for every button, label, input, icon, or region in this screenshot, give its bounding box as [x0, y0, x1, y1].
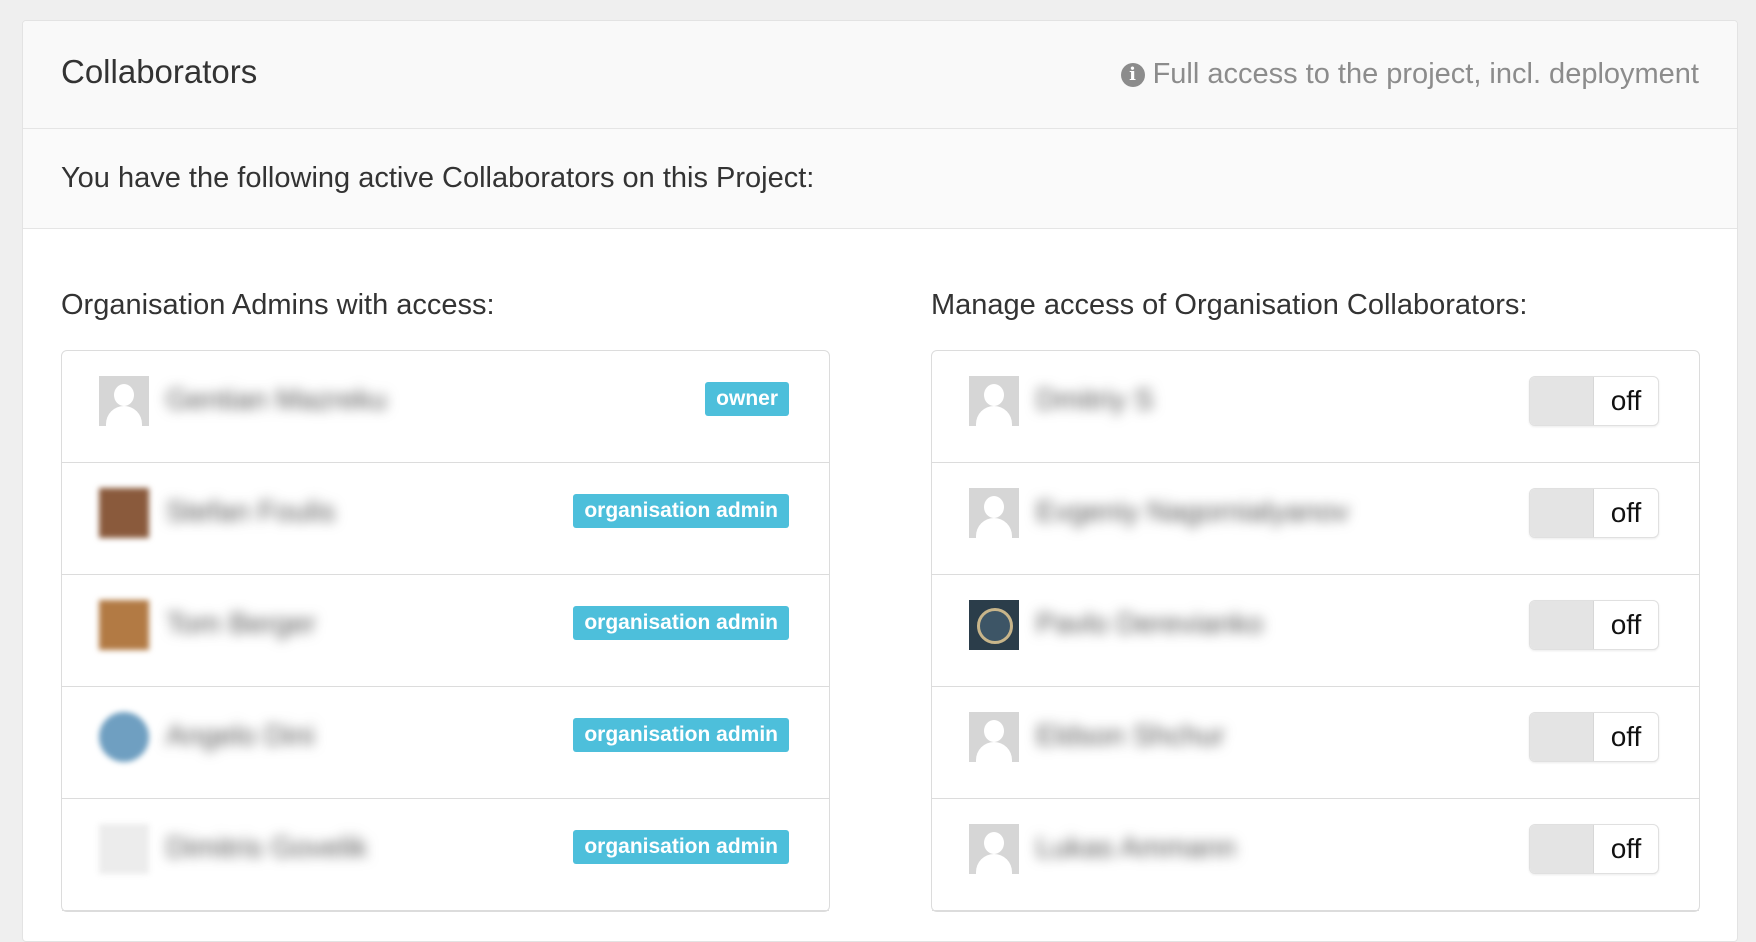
avatar [99, 600, 149, 650]
access-hint-text: Full access to the project, incl. deploy… [1152, 58, 1699, 90]
avatar [99, 712, 149, 762]
collaborator-row: Dmitriy S off [932, 351, 1699, 463]
collaborators-panel: Collaborators i Full access to the proje… [22, 20, 1738, 942]
collaborator-name: Eldson Shchur [1036, 720, 1225, 752]
collaborator-name: Dmitriy S [1036, 384, 1154, 416]
role-badge: organisation admin [573, 718, 789, 752]
toggle-knob [1530, 713, 1594, 761]
access-toggle[interactable]: off [1529, 824, 1659, 874]
collaborators-intro: You have the following active Collaborat… [23, 129, 1737, 229]
toggle-knob [1530, 601, 1594, 649]
admin-row: Stefan Foulis organisation admin [62, 463, 829, 575]
toggle-label: off [1610, 721, 1642, 752]
avatar [99, 488, 149, 538]
toggle-knob [1530, 489, 1594, 537]
admin-name: Angelo Dini [166, 720, 315, 752]
access-toggle[interactable]: off [1529, 488, 1659, 538]
admins-title: Organisation Admins with access: [61, 289, 495, 321]
access-hint: i Full access to the project, incl. depl… [1120, 58, 1699, 91]
collaborator-row: Eldson Shchur off [932, 687, 1699, 799]
access-toggle[interactable]: off [1529, 600, 1659, 650]
admins-list: Gentian Mazreku owner Stefan Foulis orga… [61, 350, 830, 912]
admin-row: Angelo Dini organisation admin [62, 687, 829, 799]
role-badge: organisation admin [573, 830, 789, 864]
access-toggle[interactable]: off [1529, 712, 1659, 762]
avatar [969, 600, 1019, 650]
collaborators-list: Dmitriy S off Evgeniy Nagornialyanov off [931, 350, 1700, 912]
collaborator-name: Evgeniy Nagornialyanov [1036, 496, 1349, 528]
avatar-placeholder [969, 488, 1019, 538]
admin-row: Dimitris Govelik organisation admin [62, 799, 829, 911]
role-badge: organisation admin [573, 606, 789, 640]
collaborator-name: Lukas Ammann [1036, 832, 1236, 864]
admin-name: Stefan Foulis [166, 496, 336, 528]
avatar-placeholder [969, 824, 1019, 874]
avatar-placeholder [969, 376, 1019, 426]
toggle-label: off [1610, 609, 1642, 640]
owner-badge: owner [705, 382, 789, 416]
role-badge: organisation admin [573, 494, 789, 528]
panel-header: Collaborators i Full access to the proje… [23, 21, 1737, 129]
admin-name: Tom Berger [166, 608, 316, 640]
admin-row: Gentian Mazreku owner [62, 351, 829, 463]
collaborator-row: Evgeniy Nagornialyanov off [932, 463, 1699, 575]
toggle-label: off [1610, 833, 1642, 864]
info-icon: i [1120, 62, 1145, 87]
avatar-placeholder [969, 712, 1019, 762]
collaborator-row: Pavlo Derevianko off [932, 575, 1699, 687]
toggle-label: off [1610, 497, 1642, 528]
toggle-knob [1530, 825, 1594, 873]
collaborators-title: Manage access of Organisation Collaborat… [931, 289, 1528, 321]
avatar-placeholder [99, 376, 149, 426]
avatar [99, 824, 149, 874]
collaborator-name: Pavlo Derevianko [1036, 608, 1264, 640]
admin-name: Gentian Mazreku [166, 384, 387, 416]
toggle-knob [1530, 377, 1594, 425]
access-toggle[interactable]: off [1529, 376, 1659, 426]
admin-row: Tom Berger organisation admin [62, 575, 829, 687]
admin-name: Dimitris Govelik [166, 832, 368, 864]
panel-title: Collaborators [61, 52, 258, 90]
collaborator-row: Lukas Ammann off [932, 799, 1699, 911]
toggle-label: off [1610, 385, 1642, 416]
